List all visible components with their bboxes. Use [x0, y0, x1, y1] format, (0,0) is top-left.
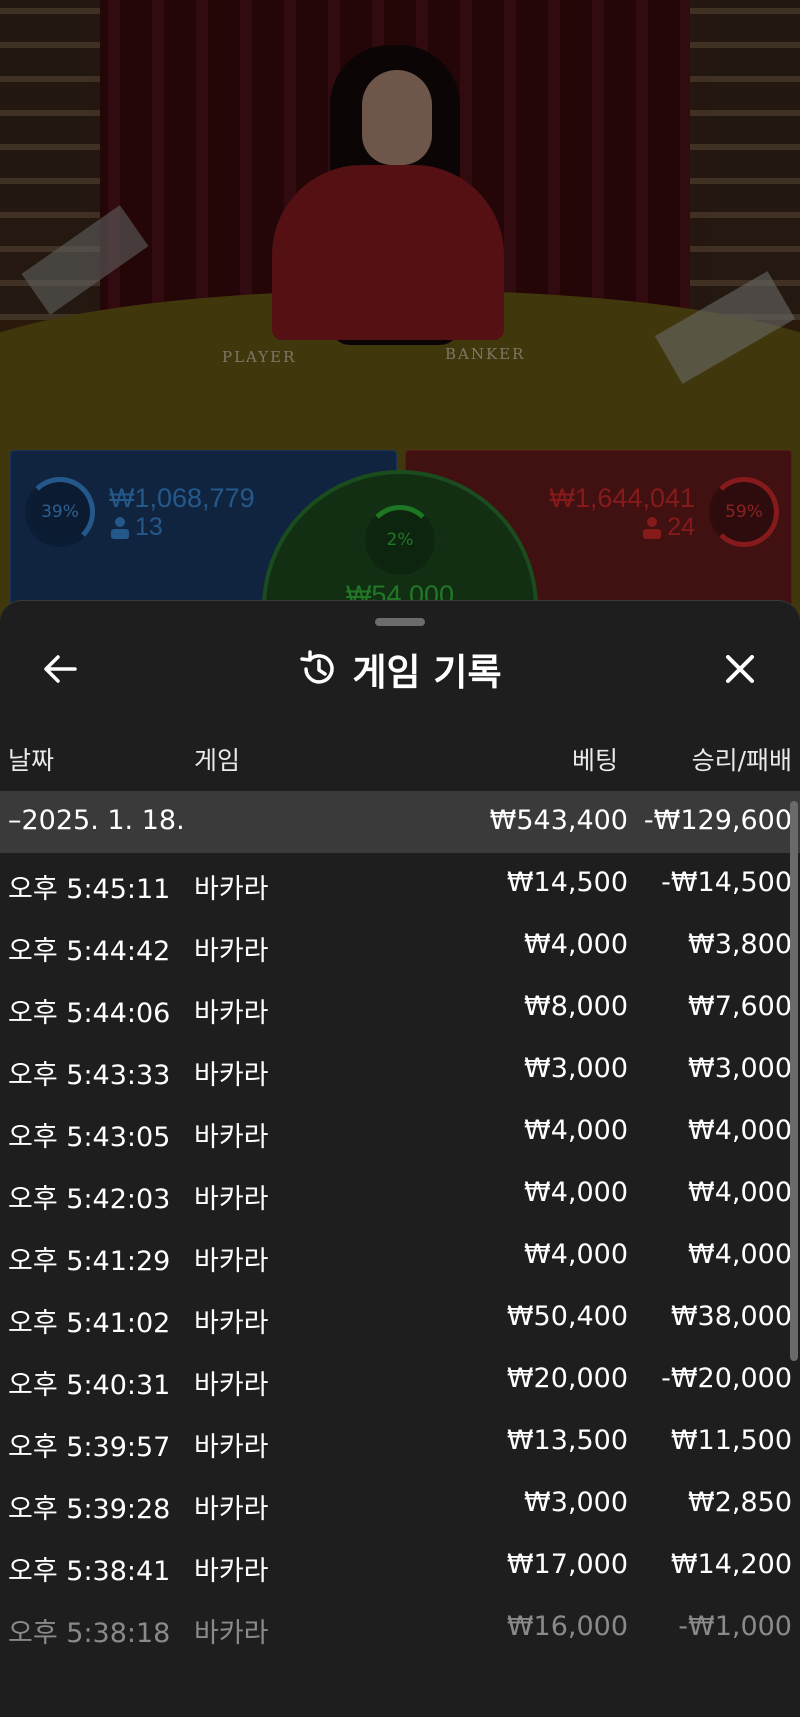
row-bet: ₩4,000 [524, 929, 628, 960]
row-bet: ₩13,500 [506, 1425, 628, 1456]
row-time: 오후 5:43:33 [8, 1060, 171, 1091]
row-time: 오후 5:39:28 [8, 1494, 171, 1525]
row-time: 오후 5:45:11 [8, 874, 171, 905]
row-result: -₩14,500 [661, 867, 792, 898]
table-row[interactable]: 오후 5:42:03 바카라 ₩4,000 ₩4,000 [0, 1163, 800, 1225]
row-time: 오후 5:38:18 [8, 1618, 171, 1649]
table-row[interactable]: 오후 5:44:06 바카라 ₩8,000 ₩7,600 [0, 977, 800, 1039]
row-time: 오후 5:42:03 [8, 1184, 171, 1215]
row-time: 오후 5:44:06 [8, 998, 171, 1029]
row-time: 오후 5:41:02 [8, 1308, 171, 1339]
row-game: 바카라 [194, 1308, 269, 1339]
column-header-game: 게임 [194, 746, 241, 775]
sheet-drag-handle[interactable] [375, 618, 425, 626]
history-icon [300, 650, 335, 684]
row-result: ₩11,500 [670, 1425, 792, 1456]
table-row[interactable]: 오후 5:39:28 바카라 ₩3,000 ₩2,850 [0, 1473, 800, 1535]
table-row[interactable]: 오후 5:44:42 바카라 ₩4,000 ₩3,800 [0, 915, 800, 977]
row-result: ₩7,600 [688, 991, 792, 1022]
table-row[interactable]: 오후 5:45:11 바카라 ₩14,500 -₩14,500 [0, 853, 800, 915]
row-bet: ₩50,400 [506, 1301, 628, 1332]
row-game: 바카라 [194, 874, 269, 905]
row-bet: ₩4,000 [524, 1115, 628, 1146]
row-time: 오후 5:40:31 [8, 1370, 171, 1401]
game-history-sheet: 게임 기록 날짜 게임 베팅 승리/패배 –2025. 1. 18. ₩543,… [0, 600, 800, 1717]
row-time: 오후 5:41:29 [8, 1246, 171, 1277]
row-bet: ₩20,000 [506, 1363, 628, 1394]
row-game: 바카라 [194, 1556, 269, 1587]
row-bet: ₩16,000 [506, 1611, 628, 1642]
row-bet: ₩3,000 [524, 1053, 628, 1084]
group-total-bet: ₩543,400 [489, 805, 628, 836]
row-result: ₩4,000 [688, 1115, 792, 1146]
history-list: 오후 5:45:11 바카라 ₩14,500 -₩14,500 오후 5:44:42 바카… [0, 853, 800, 1659]
row-result: -₩20,000 [661, 1363, 792, 1394]
column-header-date: 날짜 [8, 746, 55, 775]
row-game: 바카라 [194, 998, 269, 1029]
scrollbar[interactable] [790, 801, 798, 1361]
row-game: 바카라 [194, 1246, 269, 1277]
table-row[interactable]: 오후 5:38:41 바카라 ₩17,000 ₩14,200 [0, 1535, 800, 1597]
row-result: ₩3,000 [688, 1053, 792, 1084]
row-result: ₩4,000 [688, 1239, 792, 1270]
row-game: 바카라 [194, 1122, 269, 1153]
table-row[interactable]: 오후 5:43:05 바카라 ₩4,000 ₩4,000 [0, 1101, 800, 1163]
row-game: 바카라 [194, 1370, 269, 1401]
table-row[interactable]: 오후 5:41:29 바카라 ₩4,000 ₩4,000 [0, 1225, 800, 1287]
date-group-row[interactable]: –2025. 1. 18. ₩543,400 -₩129,600 [0, 791, 800, 853]
row-time: 오후 5:38:41 [8, 1556, 171, 1587]
row-game: 바카라 [194, 1618, 269, 1649]
close-button[interactable] [716, 645, 764, 693]
row-result: -₩1,000 [678, 1611, 792, 1642]
row-result: ₩38,000 [670, 1301, 792, 1332]
row-time: 오후 5:39:57 [8, 1432, 171, 1463]
group-total-result: -₩129,600 [643, 805, 792, 836]
row-bet: ₩4,000 [524, 1239, 628, 1270]
row-time: 오후 5:44:42 [8, 936, 171, 967]
live-video-area: PLAYER BANKER 39% ₩1,068,779 13 59% ₩1,6… [0, 0, 800, 620]
row-result: ₩3,800 [688, 929, 792, 960]
row-bet: ₩3,000 [524, 1487, 628, 1518]
table-row[interactable]: 오후 5:39:57 바카라 ₩13,500 ₩11,500 [0, 1411, 800, 1473]
modal-overlay[interactable] [0, 0, 800, 620]
sheet-title: 게임 기록 [352, 651, 502, 694]
list-bottom-fade [0, 1647, 800, 1717]
row-bet: ₩14,500 [506, 867, 628, 898]
row-time: 오후 5:43:05 [8, 1122, 171, 1153]
group-date: –2025. 1. 18. [8, 805, 185, 836]
close-icon [726, 655, 754, 683]
row-game: 바카라 [194, 1432, 269, 1463]
row-game: 바카라 [194, 1060, 269, 1091]
column-header-bet: 베팅 [571, 746, 618, 775]
row-result: ₩2,850 [688, 1487, 792, 1518]
row-bet: ₩4,000 [524, 1177, 628, 1208]
row-game: 바카라 [194, 1494, 269, 1525]
table-row[interactable]: 오후 5:41:02 바카라 ₩50,400 ₩38,000 [0, 1287, 800, 1349]
sheet-header: 게임 기록 [0, 641, 800, 697]
table-row[interactable]: 오후 5:43:33 바카라 ₩3,000 ₩3,000 [0, 1039, 800, 1101]
table-row[interactable]: 오후 5:40:31 바카라 ₩20,000 -₩20,000 [0, 1349, 800, 1411]
row-game: 바카라 [194, 1184, 269, 1215]
row-result: ₩14,200 [670, 1549, 792, 1580]
row-game: 바카라 [194, 936, 269, 967]
row-bet: ₩17,000 [506, 1549, 628, 1580]
column-header-result: 승리/패배 [691, 746, 792, 775]
row-result: ₩4,000 [688, 1177, 792, 1208]
row-bet: ₩8,000 [524, 991, 628, 1022]
